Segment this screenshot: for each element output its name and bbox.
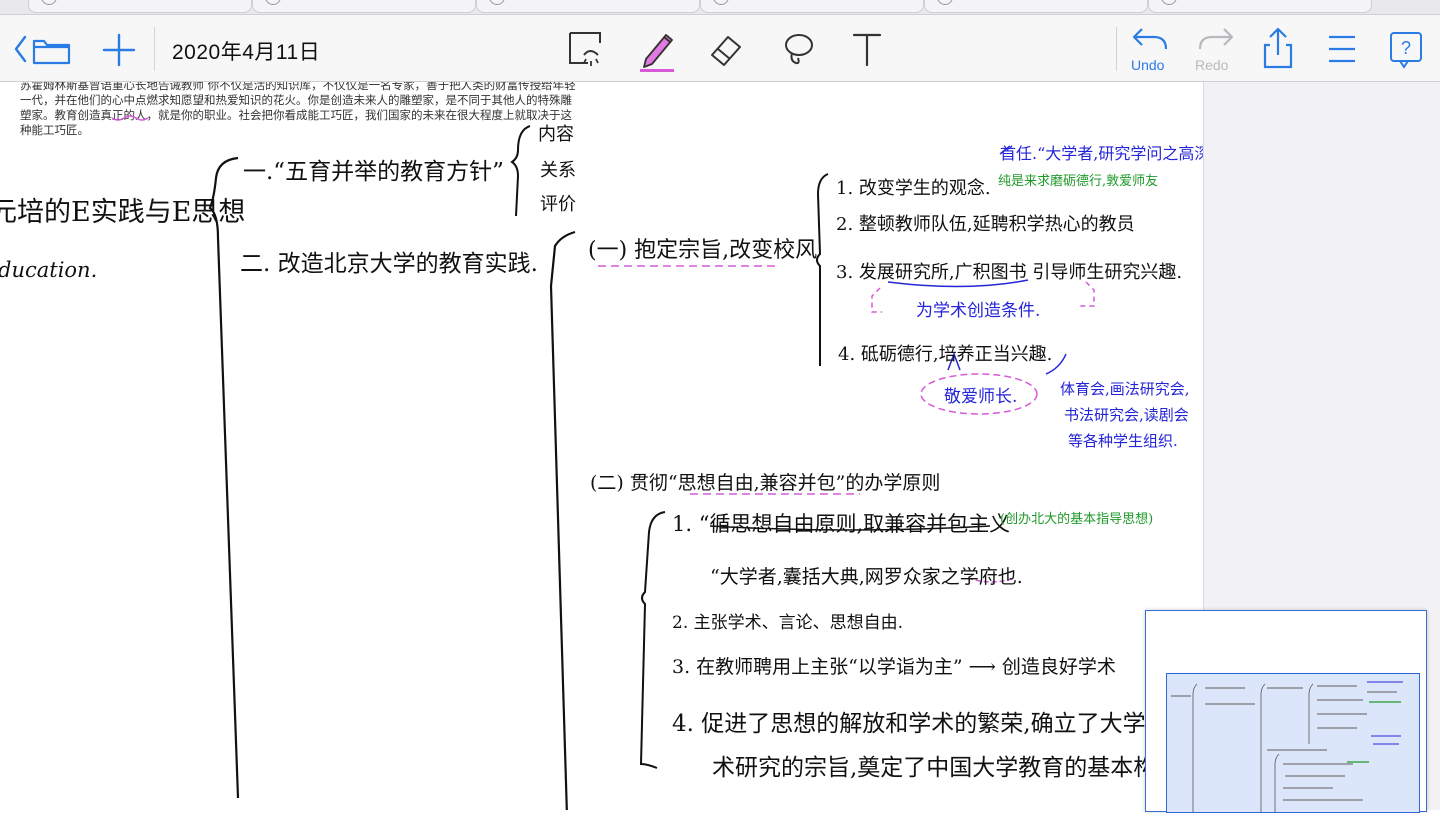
note-blue-clubs: 体育会,画法研究会, (1060, 380, 1190, 398)
note-item2: 二. 改造北京大学的教育实践. (240, 251, 538, 277)
toolbar-divider (154, 27, 155, 71)
note-blue-condition: 为学术创造条件. (916, 301, 1041, 321)
note-s1-point: 2. 整顿教师队伍,延聘积学热心的教员 (836, 214, 1135, 235)
note-s2-point: 2. 主张学术、言论、思想自由. (672, 613, 904, 633)
redo-icon (1190, 23, 1240, 55)
note-blue-clubs: 等各种学生组织. (1068, 432, 1178, 450)
undo-button[interactable] (1126, 23, 1176, 55)
note-s1-point: 4. 砥砺德行,培养正当兴趣. (838, 344, 1053, 365)
lasso-tool-button[interactable] (776, 27, 822, 73)
note-s2-point: “大学者,囊括大典,网罗众家之学府也. (710, 566, 1023, 588)
lasso-icon (776, 27, 822, 73)
note-section2: (二) 贯彻“思想自由,兼容并包”的办学原则 (590, 472, 941, 494)
page-list-button[interactable] (1322, 27, 1362, 71)
page-navigator-thumbnail[interactable] (1145, 610, 1427, 813)
note-left-sub: ducation. (0, 258, 98, 282)
note-left-title: 元培的E实践与E思想 (0, 197, 246, 228)
help-button[interactable]: ? (1384, 27, 1428, 71)
toolbar-divider (1116, 27, 1117, 71)
text-tool-button[interactable] (846, 27, 888, 73)
note-blue-respect: 敬爱师长. (944, 387, 1018, 407)
note-blue-first: 首任.“大学者,研究学问之高深也” (1000, 144, 1203, 163)
undo-label[interactable]: Undo (1131, 57, 1164, 73)
eraser-icon (704, 27, 750, 73)
note-branch: 关系 (540, 160, 576, 181)
note-branch: 内容 (538, 124, 574, 145)
note-section1: (一) 抱定宗旨,改变校风 (588, 238, 818, 263)
document-tab[interactable] (476, 0, 700, 13)
add-icon (100, 31, 138, 69)
undo-icon (1126, 23, 1176, 55)
note-blue-clubs: 书法研究会,读剧会 (1064, 406, 1189, 424)
back-folder-icon (12, 29, 74, 69)
help-icon: ? (1384, 27, 1428, 71)
pen-tool-button[interactable] (636, 25, 680, 75)
note-s2-point: 术研究的宗旨,奠定了中国大学教育的基本构 (712, 755, 1157, 781)
note-s2-point: 3. 在教师聘用上主张“以学诣为主” ⟶ 创造良好学术 (672, 656, 1116, 678)
selection-tool-button[interactable] (562, 27, 608, 73)
document-tab[interactable] (28, 0, 252, 13)
notebook-page[interactable]: 苏霍姆林斯基曾语重心长地告诫教师 你不仅是活的知识库，不仅仅是一名专家，善于把人… (0, 82, 1203, 810)
share-button[interactable] (1258, 25, 1298, 71)
note-item1: 一.“五育并举的教育方针” (243, 159, 504, 185)
thumbnail-preview (1171, 681, 1403, 812)
pen-icon (636, 25, 680, 75)
redo-button[interactable] (1190, 23, 1240, 55)
note-s2-point: 4. 促进了思想的解放和学术的繁荣,确立了大学 (672, 711, 1146, 737)
list-icon (1322, 27, 1362, 71)
share-icon (1258, 25, 1298, 71)
eraser-tool-button[interactable] (704, 27, 750, 73)
note-s2-point: 1. “循思想自由原则,取兼容并包主义 (672, 512, 1011, 536)
document-date[interactable]: 2020年4月11日 (172, 36, 320, 66)
document-tab[interactable] (924, 0, 1148, 13)
toolbar: 2020年4月11日 Undo Redo ? (0, 15, 1440, 82)
note-branch: 评价 (540, 194, 576, 215)
document-tab[interactable] (700, 0, 924, 13)
add-page-button[interactable] (100, 31, 138, 69)
back-to-library-button[interactable] (12, 29, 74, 69)
tab-strip (0, 0, 1440, 15)
document-tab[interactable] (1148, 0, 1372, 13)
note-s1-point: 3. 发展研究所,广积图书 引导师生研究兴趣. (836, 262, 1183, 283)
note-green-guide: (创办北大的基本指导思想) (1000, 512, 1154, 527)
note-s1-point: 1. 改变学生的观念. (836, 178, 991, 199)
document-tab[interactable] (252, 0, 476, 13)
svg-text:?: ? (1401, 38, 1411, 58)
select-icon (562, 27, 608, 73)
redo-label[interactable]: Redo (1195, 57, 1228, 73)
text-icon (846, 27, 888, 73)
note-green-virtue: 纯是来求磨砺德行,敦爱师友 (998, 174, 1159, 189)
viewport-indicator[interactable] (1166, 673, 1420, 813)
